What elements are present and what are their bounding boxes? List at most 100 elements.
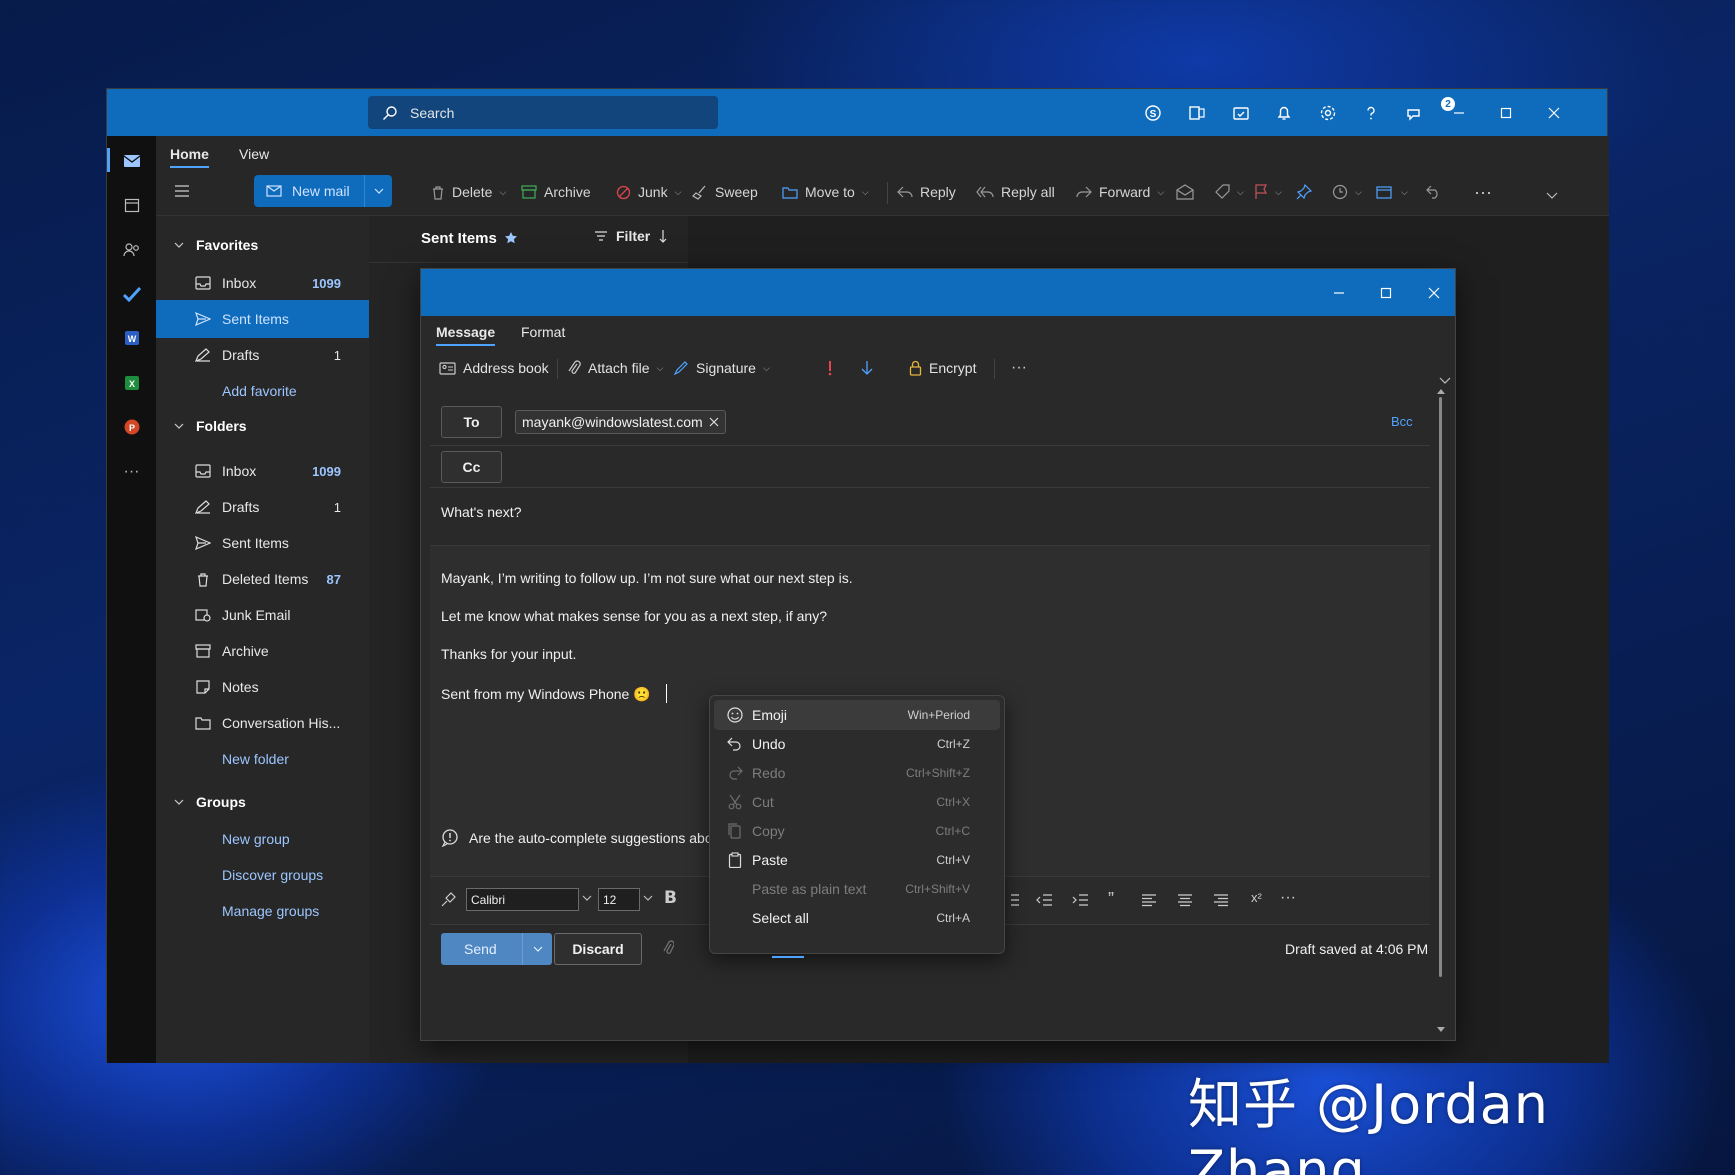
align-right-icon[interactable] [1213, 893, 1229, 907]
folder-item-junk[interactable]: Junk Email [156, 596, 369, 634]
tab-message[interactable]: Message [436, 324, 496, 346]
sweep-button[interactable]: Sweep [692, 177, 758, 207]
folder-item-inbox[interactable]: Inbox 1099 [156, 452, 369, 490]
minimize-icon[interactable] [1332, 286, 1346, 300]
cc-input[interactable] [515, 446, 1415, 488]
expand-ribbon-icon[interactable] [1439, 377, 1451, 385]
fav-item-inbox[interactable]: Inbox 1099 [156, 264, 369, 302]
folder-item-conversation-history[interactable]: Conversation His... [156, 704, 369, 742]
snooze-button[interactable]: ⌵ [1332, 177, 1362, 207]
attach-file-button[interactable]: Attach file ⌵ [567, 353, 663, 383]
reply-all-button[interactable]: Reply all [976, 177, 1055, 207]
to-button[interactable]: To [441, 406, 502, 438]
menu-item-redo[interactable]: Redo Ctrl+Shift+Z [714, 758, 1000, 788]
tab-view[interactable]: View [239, 146, 269, 162]
signature-button[interactable]: Signature ⌵ [673, 353, 770, 383]
folders-header[interactable]: Folders [174, 418, 247, 434]
format-painter-icon[interactable] [440, 892, 456, 908]
close-icon[interactable] [1427, 286, 1441, 300]
word-icon[interactable]: W [119, 325, 144, 350]
folder-item-sent[interactable]: Sent Items [156, 524, 369, 562]
menu-item-paste-plain[interactable]: Paste as plain text Ctrl+Shift+V [714, 874, 1000, 904]
chevron-down-icon[interactable] [643, 895, 653, 901]
powerpoint-icon[interactable]: P [119, 414, 144, 439]
filter-button[interactable]: Filter [594, 228, 668, 244]
font-size-select[interactable]: 12 [598, 888, 640, 911]
more-format-icon[interactable]: ··· [1280, 889, 1296, 907]
subject-field[interactable]: What's next? [441, 504, 522, 520]
folder-item-deleted[interactable]: Deleted Items 87 [156, 560, 369, 598]
remove-recipient-icon[interactable] [709, 417, 719, 427]
menu-item-copy[interactable]: Copy Ctrl+C [714, 816, 1000, 846]
collapse-ribbon-icon[interactable] [1546, 192, 1558, 200]
chevron-down-icon[interactable] [582, 895, 592, 901]
address-book-button[interactable]: Address book [439, 353, 549, 383]
people-icon[interactable] [119, 237, 144, 262]
low-importance-button[interactable] [861, 353, 873, 383]
bullets-icon[interactable] [1010, 893, 1020, 907]
more-options-icon[interactable]: ··· [1011, 353, 1027, 383]
fav-item-drafts[interactable]: Drafts 1 [156, 336, 369, 374]
more-apps-icon[interactable]: ··· [119, 459, 144, 484]
skype-icon[interactable]: S [1141, 101, 1165, 125]
scroll-up-icon[interactable] [1437, 389, 1445, 394]
fav-item-sent[interactable]: Sent Items [156, 300, 369, 338]
menu-item-undo[interactable]: Undo Ctrl+Z [714, 729, 1000, 759]
cc-button[interactable]: Cc [441, 451, 502, 483]
menu-item-paste[interactable]: Paste Ctrl+V [714, 845, 1000, 875]
font-family-select[interactable]: Calibri [466, 888, 579, 911]
reply-button[interactable]: Reply [897, 177, 956, 207]
bell-icon[interactable] [1272, 101, 1296, 125]
high-importance-button[interactable] [826, 353, 834, 383]
new-mail-dropdown[interactable] [364, 175, 392, 207]
office-icon[interactable] [1185, 101, 1209, 125]
manage-groups-link[interactable]: Manage groups [222, 892, 319, 930]
superscript-icon[interactable]: x² [1251, 890, 1262, 905]
recipient-chip[interactable]: mayank@windowslatest.com [515, 410, 726, 434]
send-button[interactable]: Send [441, 933, 552, 965]
feedback-icon[interactable] [1403, 101, 1427, 125]
forward-button[interactable]: Forward ⌵ [1076, 177, 1164, 207]
folder-item-archive[interactable]: Archive [156, 632, 369, 670]
new-folder-link[interactable]: New folder [222, 740, 289, 778]
folder-item-notes[interactable]: Notes [156, 668, 369, 706]
junk-button[interactable]: Junk ⌵ [616, 177, 681, 207]
tab-home[interactable]: Home [170, 146, 209, 168]
minimize-icon[interactable] [1447, 101, 1471, 125]
align-left-icon[interactable] [1141, 893, 1157, 907]
hamburger-icon[interactable] [174, 184, 190, 198]
favorites-header[interactable]: Favorites [174, 237, 258, 253]
my-day-icon[interactable] [1229, 101, 1253, 125]
search-box[interactable]: Search [368, 96, 718, 129]
move-to-button[interactable]: Move to ⌵ [782, 177, 869, 207]
flag-button[interactable]: ⌵ [1254, 177, 1282, 207]
favorite-star-icon[interactable] [504, 231, 518, 245]
menu-item-emoji[interactable]: Emoji Win+Period [714, 700, 1000, 730]
rules-button[interactable]: ⌵ [1376, 177, 1408, 207]
tab-format[interactable]: Format [521, 324, 565, 340]
mail-icon[interactable] [119, 148, 144, 173]
folder-item-drafts[interactable]: Drafts 1 [156, 488, 369, 526]
discover-groups-link[interactable]: Discover groups [222, 856, 323, 894]
encrypt-button[interactable]: Encrypt [909, 353, 976, 383]
close-icon[interactable] [1542, 101, 1566, 125]
excel-icon[interactable]: X [119, 370, 144, 395]
new-mail-button[interactable]: New mail [254, 175, 392, 207]
gear-icon[interactable] [1316, 101, 1340, 125]
archive-button[interactable]: Archive [521, 177, 591, 207]
calendar-icon[interactable] [119, 192, 144, 217]
quote-icon[interactable]: ” [1108, 889, 1114, 910]
mark-read-button[interactable] [1176, 177, 1194, 207]
pin-button[interactable] [1296, 177, 1312, 207]
maximize-icon[interactable] [1379, 286, 1393, 300]
delete-button[interactable]: Delete ⌵ [431, 177, 506, 207]
menu-item-select-all[interactable]: Select all Ctrl+A [714, 903, 1000, 933]
scrollbar-thumb[interactable] [1439, 397, 1442, 977]
scroll-down-icon[interactable] [1437, 1027, 1445, 1032]
discard-button[interactable]: Discard [554, 933, 642, 965]
menu-item-cut[interactable]: Cut Ctrl+X [714, 787, 1000, 817]
more-commands-icon[interactable]: ··· [1474, 177, 1492, 207]
increase-indent-icon[interactable] [1071, 893, 1089, 907]
undo-button[interactable] [1426, 177, 1442, 207]
align-center-icon[interactable] [1177, 893, 1193, 907]
